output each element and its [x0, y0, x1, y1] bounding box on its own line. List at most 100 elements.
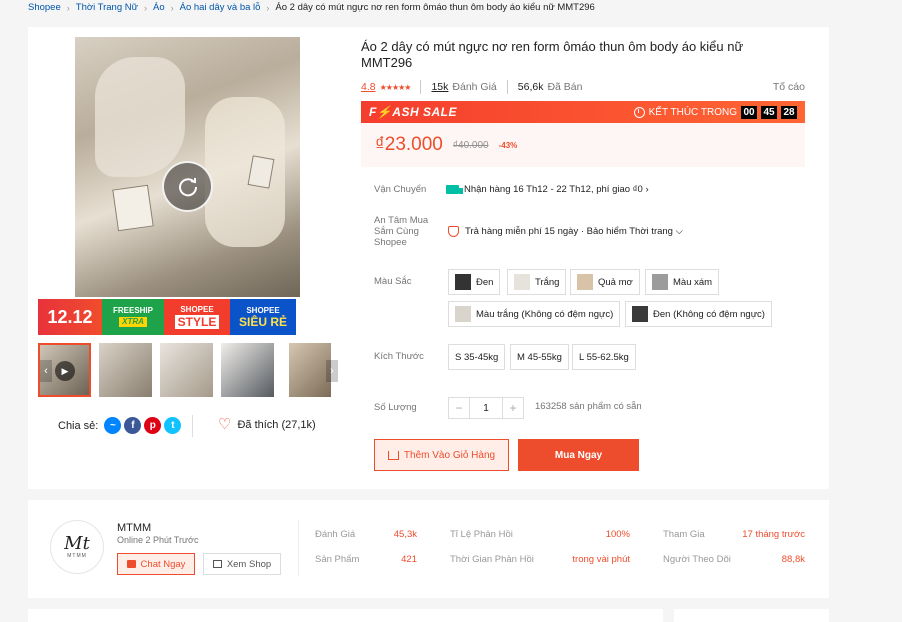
option-label: Đen — [476, 276, 494, 288]
add-to-cart-button[interactable]: Thêm Vào Giỏ Hàng — [374, 439, 509, 471]
color-option-black-no-pad[interactable]: Đen (Không có đệm ngực) — [625, 301, 772, 327]
color-option-black[interactable]: Đen — [448, 269, 501, 295]
chat-now-button[interactable]: Chat Ngay — [117, 553, 195, 575]
cart-icon — [387, 450, 399, 460]
messenger-icon[interactable]: ~ — [104, 417, 122, 434]
buy-now-button[interactable]: Mua Ngay — [518, 439, 639, 471]
option-label: Màu trắng (Không có đệm ngực) — [476, 308, 614, 320]
flash-sale-countdown: KẾT THÚC TRONG 00 45 28 — [633, 105, 797, 119]
stat-value: 88,8k — [781, 554, 805, 565]
image-highlight — [95, 57, 185, 177]
rotate-360-icon[interactable] — [162, 161, 213, 212]
swatch-image — [455, 274, 471, 290]
shop-stat-response-time: Thời Gian Phản Hồi trong vài phút — [450, 554, 630, 565]
divider — [298, 520, 299, 576]
increase-button[interactable]: + — [503, 398, 523, 418]
product-stats: 4.8 ★★★★★ 15k Đánh Giá 56,6k Đã Bán Tố c… — [361, 79, 805, 95]
shop-name: MTMM — [117, 522, 152, 534]
product-title: Áo 2 dây có mút ngực nơ ren form ômáo th… — [361, 39, 744, 70]
swatch-image — [652, 274, 668, 290]
shop-avatar[interactable]: Mt MTMM — [50, 520, 104, 574]
shipping-label: Vận Chuyển — [374, 184, 427, 195]
chevron-right-icon: › — [143, 2, 147, 13]
shop-stat-joined: Tham Gia 17 tháng trước — [663, 529, 805, 540]
stat-value: 45,3k — [393, 529, 417, 540]
heart-icon: ♡ — [218, 416, 232, 433]
sieu-re-label: SIÊU RẺ — [238, 314, 287, 329]
breadcrumb: Shopee › Thời Trang Nữ › Áo › Áo hai dây… — [28, 2, 595, 13]
clock-icon — [633, 106, 645, 118]
chevron-right-icon: › — [66, 2, 70, 13]
xtra-label: XTRA — [119, 317, 147, 327]
rating-value[interactable]: 4.8 — [361, 81, 376, 93]
reviews-count[interactable]: 15k — [431, 81, 448, 93]
star-rating-icon: ★★★★★ — [379, 82, 412, 92]
product-card: 12.12 FREESHIP XTRA SHOPEE STYLE SHOPEE … — [28, 27, 829, 489]
report-link[interactable]: Tố cáo — [773, 81, 805, 93]
size-option-l[interactable]: L 55-62.5kg — [572, 344, 636, 370]
color-option-apricot[interactable]: Quả mơ — [570, 269, 640, 295]
decrease-button[interactable]: − — [449, 398, 469, 418]
divider — [506, 80, 508, 94]
breadcrumb-item-tank-tops[interactable]: Áo hai dây và ba lỗ — [180, 2, 261, 13]
pinterest-icon[interactable]: p — [144, 417, 162, 434]
breadcrumb-item-womens-fashion[interactable]: Thời Trang Nữ — [76, 2, 138, 13]
chat-label: Chat Ngay — [140, 558, 186, 570]
breadcrumb-item-tops[interactable]: Áo — [153, 2, 165, 13]
thumbnail-image[interactable] — [160, 343, 213, 397]
like-button[interactable]: ♡ Đã thích (27,1k) — [218, 417, 316, 432]
thumbnail-image[interactable] — [99, 343, 152, 397]
color-option-white[interactable]: Trắng — [507, 269, 567, 295]
size-option-s[interactable]: S 35-45kg — [448, 344, 506, 370]
thumbnail-strip: ▶ ‹ › — [38, 343, 338, 399]
facebook-icon[interactable]: f — [124, 417, 142, 434]
twitter-icon[interactable]: t — [164, 417, 182, 434]
size-option-m[interactable]: M 45-55kg — [510, 344, 569, 370]
ends-label: KẾT THÚC TRONG — [648, 106, 737, 118]
shopee-label: SHOPEE — [180, 304, 214, 314]
garment-tag — [112, 184, 154, 232]
shop-logo-sub: MTMM — [67, 553, 87, 559]
discount-badge: -43% — [498, 140, 518, 150]
chat-icon — [126, 560, 136, 568]
color-option-grey[interactable]: Màu xám — [645, 269, 720, 295]
thumbnail-image[interactable] — [289, 343, 331, 397]
breadcrumb-item-shopee[interactable]: Shopee — [28, 2, 61, 13]
view-shop-button[interactable]: Xem Shop — [203, 553, 281, 575]
play-icon: ▶ — [55, 361, 75, 381]
option-label: Trắng — [535, 276, 560, 288]
reviews-label: Đánh Giá — [452, 81, 497, 93]
size-label: Kích Thước — [374, 351, 424, 362]
stat-label: Thời Gian Phản Hồi — [450, 554, 534, 565]
swatch-image — [514, 274, 530, 290]
countdown-minutes: 45 — [761, 105, 777, 119]
thumbnail-image[interactable] — [221, 343, 274, 397]
color-option-white-no-pad[interactable]: Màu trắng (Không có đệm ngực) — [448, 301, 621, 327]
stat-value: 421 — [401, 554, 417, 565]
shop-stat-response-rate: Tỉ Lệ Phản Hồi 100% — [450, 529, 630, 540]
option-label: Màu xám — [673, 276, 713, 288]
sold-count: 56,6k — [517, 81, 544, 93]
original-price: ₫40.000 — [452, 139, 489, 151]
stat-label: Sản Phẩm — [315, 554, 360, 565]
view-shop-label: Xem Shop — [226, 558, 272, 570]
shopee-label: SHOPEE — [246, 305, 280, 315]
quantity-stepper: − 1 + — [448, 397, 524, 419]
option-label: Quả mơ — [598, 276, 633, 288]
shopee-sieu-re-badge: SHOPEE SIÊU RẺ — [230, 299, 296, 335]
shipping-info[interactable]: Nhận hàng 16 Th12 - 22 Th12, phí giao ₫0… — [446, 184, 649, 195]
chevron-right-icon[interactable]: › — [326, 360, 338, 382]
divider — [192, 415, 193, 437]
swatch-image — [577, 274, 593, 290]
store-icon — [212, 560, 222, 568]
chevron-left-icon[interactable]: ‹ — [40, 360, 52, 382]
assurance-info[interactable]: Trả hàng miễn phí 15 ngày · Bảo hiểm Thờ… — [448, 226, 683, 237]
assurance-text: Trả hàng miễn phí 15 ngày · Bảo hiểm Thờ… — [465, 226, 683, 237]
shop-stat-products: Sản Phẩm 421 — [315, 554, 417, 565]
product-main-image[interactable] — [75, 37, 300, 297]
swatch-image — [632, 306, 648, 322]
divider — [420, 80, 422, 94]
quantity-input[interactable]: 1 — [469, 398, 503, 418]
stat-label: Người Theo Dõi — [663, 554, 731, 565]
sale-day-badge: 12.12 — [38, 299, 102, 335]
